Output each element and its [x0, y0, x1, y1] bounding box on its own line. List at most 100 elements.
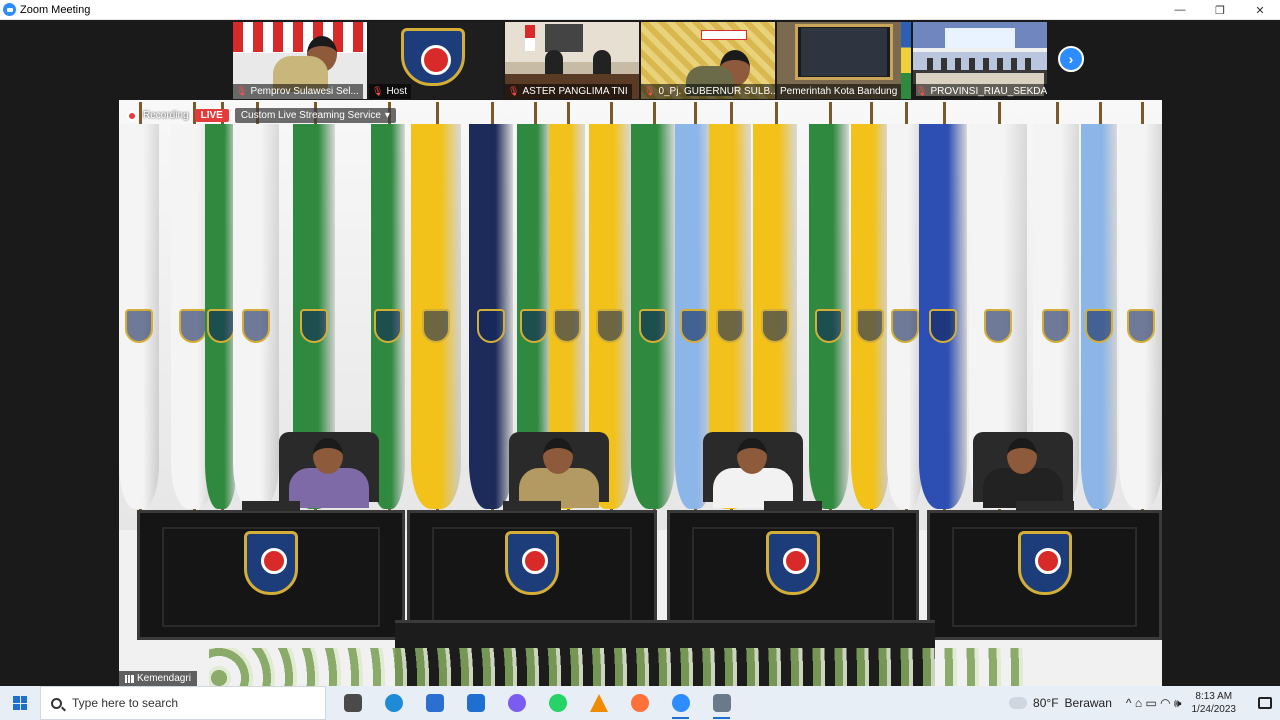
close-button[interactable]: ✕	[1240, 0, 1280, 20]
nameplate	[1015, 501, 1074, 511]
participant-label: 🎙 Pemprov Sulawesi Sel...	[233, 84, 363, 99]
participant-thumbnail[interactable]: 🎙 ASTER PANGLIMA TNI	[505, 22, 639, 99]
participant-label: Pemerintah Kota Bandung	[777, 84, 902, 99]
edge-taskbar-button[interactable]	[373, 686, 414, 720]
screen-shape	[945, 28, 1015, 48]
zoom-icon	[671, 694, 690, 712]
mic-muted-icon: 🎙	[916, 86, 928, 96]
speaker-name: Kemendagri	[137, 673, 191, 684]
flag-emblem-icon	[891, 308, 919, 343]
window-titlebar: Zoom Meeting — ❐ ✕	[0, 0, 1280, 20]
flag-emblem-icon	[553, 308, 581, 343]
notification-button[interactable]	[1250, 686, 1280, 720]
mic-muted-icon: 🎙	[508, 86, 520, 96]
participant-label: 🎙 Host	[369, 84, 411, 99]
mic-muted-icon: 🎙	[236, 86, 248, 96]
start-button[interactable]	[0, 686, 40, 720]
flag-emblem-icon	[1126, 308, 1155, 343]
copilot-taskbar-button[interactable]	[496, 686, 537, 720]
flag	[809, 124, 849, 509]
participant-thumbnail[interactable]: 🎙 0_Pj. GUBERNUR SULB...	[641, 22, 775, 99]
flag-emblem-icon	[422, 308, 450, 343]
task-view-taskbar-button[interactable]	[332, 686, 373, 720]
flag	[919, 124, 967, 509]
flag	[233, 124, 279, 509]
flag-emblem-icon	[596, 308, 624, 343]
meeting-app-taskbar-button[interactable]	[701, 686, 742, 720]
flag	[887, 124, 923, 509]
screen-shape	[545, 24, 583, 52]
clock-time: 8:13 AM	[1195, 691, 1233, 702]
taskbar-search[interactable]: Type here to search	[40, 686, 326, 720]
flag	[119, 124, 159, 509]
flag	[1119, 124, 1162, 509]
participant-thumbnail[interactable]: 🎙 Pemprov Sulawesi Sel...	[233, 22, 367, 99]
tray-icons[interactable]: ^ ⌂ ▭ ◠ 🕪	[1126, 696, 1182, 711]
participant-thumbnail[interactable]: 🎙 Host	[369, 22, 503, 99]
flag-emblem-icon	[761, 308, 789, 343]
flag-emblem-icon	[639, 308, 667, 343]
participant-thumbnail[interactable]: Pemerintah Kota Bandung	[777, 22, 911, 99]
participant-video	[273, 30, 337, 92]
plant-decoration	[209, 648, 1029, 686]
nameplate	[242, 501, 300, 511]
flag	[851, 124, 889, 509]
mail-icon	[466, 694, 485, 712]
weather-widget[interactable]: 80°F Berawan	[1005, 692, 1112, 710]
firefox-taskbar-button[interactable]	[619, 686, 660, 720]
taskbar-clock[interactable]: 8:13 AM 1/24/2023	[1192, 690, 1237, 716]
mail-taskbar-button[interactable]	[455, 686, 496, 720]
windows-logo-icon	[13, 696, 27, 710]
flag-emblem-icon	[856, 308, 884, 343]
kemendagri-emblem-icon	[1017, 531, 1072, 595]
flag-emblem-icon	[716, 308, 744, 343]
flag-emblem-icon	[520, 308, 548, 343]
participant-strip: 🎙 Pemprov Sulawesi Sel... 🎙 Host 🎙 ASTER PA…	[233, 22, 1047, 99]
flag	[631, 124, 675, 509]
mic-muted-icon: 🎙	[372, 86, 384, 96]
recording-label: Recording	[143, 110, 189, 121]
participant-name: ASTER PANGLIMA TNI	[522, 86, 628, 97]
participant-thumbnail[interactable]: 🎙 PROVINSI_RIAU_SEKDA	[913, 22, 1047, 99]
active-speaker-video[interactable]: Recording LIVE Custom Live Streaming Ser…	[119, 100, 1162, 686]
flag-emblem-icon	[242, 308, 270, 343]
participant-name: PROVINSI_RIAU_SEKDA	[930, 86, 1047, 97]
screen-shape	[801, 28, 887, 76]
weather-condition: Berawan	[1064, 696, 1112, 710]
kemendagri-emblem-icon	[244, 531, 298, 595]
desk	[137, 501, 405, 640]
kemendagri-emblem-icon	[505, 531, 559, 595]
participant-name: Host	[386, 86, 407, 97]
banner-shape	[701, 30, 747, 40]
flag-emblem-icon	[984, 308, 1012, 343]
search-placeholder: Type here to search	[72, 696, 179, 710]
search-icon	[51, 697, 62, 709]
desk	[927, 501, 1162, 640]
weather-temperature: 80°F	[1033, 696, 1059, 710]
participant-name: Pemerintah Kota Bandung	[780, 86, 898, 97]
flag-emblem-icon	[300, 308, 328, 343]
whatsapp-taskbar-button[interactable]	[537, 686, 578, 720]
windows-taskbar: Type here to search 80°F Berawan ^ ⌂ ▭ ◠…	[0, 686, 1280, 720]
vlc-taskbar-button[interactable]	[578, 686, 619, 720]
vlc-icon	[589, 694, 608, 712]
system-tray: 80°F Berawan ^ ⌂ ▭ ◠ 🕪 8:13 AM 1/24/2023	[1005, 686, 1280, 720]
chevron-down-icon: ▾	[384, 110, 390, 121]
recording-dot-icon	[127, 110, 137, 121]
signal-bars-icon	[125, 674, 134, 683]
recording-indicator: Recording LIVE Custom Live Streaming Ser…	[127, 108, 396, 123]
live-stream-dropdown[interactable]: Custom Live Streaming Service ▾	[234, 108, 396, 123]
kemendagri-emblem-icon	[766, 531, 820, 595]
minimize-button[interactable]: —	[1160, 0, 1200, 20]
next-page-button[interactable]: ›	[1058, 46, 1084, 72]
restore-button[interactable]: ❐	[1200, 0, 1240, 20]
store-taskbar-button[interactable]	[414, 686, 455, 720]
store-icon	[425, 694, 444, 712]
stream-label: Custom Live Streaming Service	[240, 110, 381, 121]
flag-stripe	[901, 22, 911, 99]
zoom-logo-icon	[3, 3, 16, 16]
copilot-icon	[507, 694, 526, 712]
flag-emblem-icon	[125, 308, 153, 343]
zoom-taskbar-button[interactable]	[660, 686, 701, 720]
firefox-icon	[630, 694, 649, 712]
